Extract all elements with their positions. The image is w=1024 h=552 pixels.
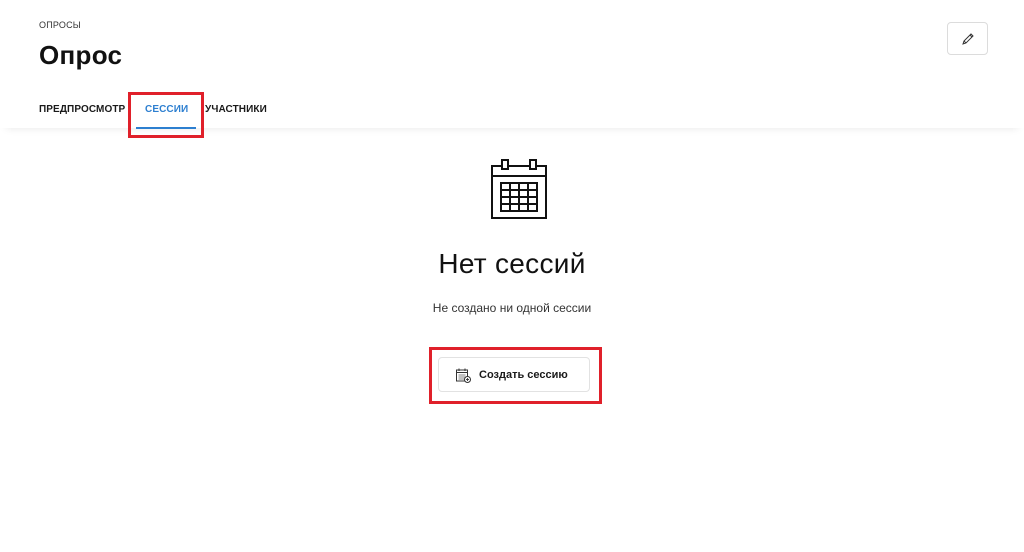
calendar-icon <box>491 159 547 219</box>
page: ОПРОСЫ Опрос ПРЕДПРОСМОТР СЕССИИ УЧАСТНИ… <box>0 0 1024 552</box>
empty-state-title: Нет сессий <box>438 248 586 279</box>
tab-sessions[interactable]: СЕССИИ <box>145 104 188 115</box>
page-title: Опрос <box>39 40 123 70</box>
tab-participants[interactable]: УЧАСТНИКИ <box>205 104 267 115</box>
tab-preview[interactable]: ПРЕДПРОСМОТР <box>39 104 125 115</box>
page-header: ОПРОСЫ Опрос ПРЕДПРОСМОТР СЕССИИ УЧАСТНИ… <box>0 0 1024 129</box>
create-session-button[interactable]: Создать сессию <box>438 357 590 392</box>
empty-state-subtitle: Не создано ни одной сессии <box>432 301 592 315</box>
calendar-add-icon <box>456 368 471 383</box>
active-tab-indicator <box>136 127 196 129</box>
edit-button[interactable] <box>947 22 988 55</box>
create-session-label: Создать сессию <box>479 368 568 381</box>
pencil-icon <box>961 32 974 45</box>
breadcrumb[interactable]: ОПРОСЫ <box>39 20 81 30</box>
